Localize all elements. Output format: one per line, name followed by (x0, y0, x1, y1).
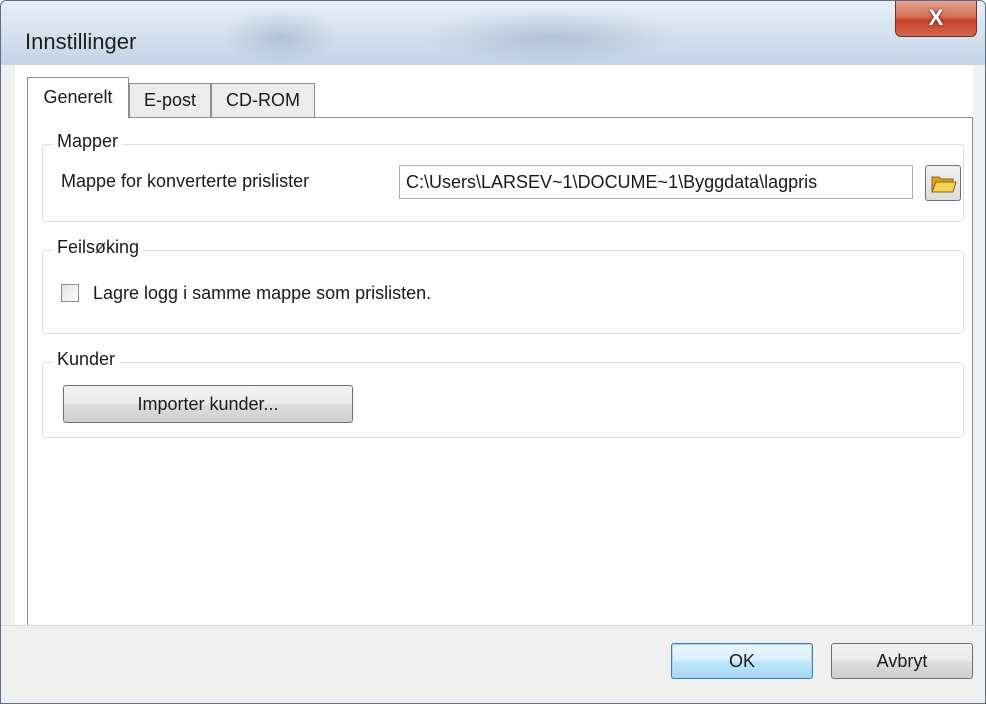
group-debug: Feilsøking Lagre logg i samme mappe som … (42, 237, 964, 334)
import-customers-button[interactable]: Importer kunder... (63, 385, 353, 423)
tab-panel-generelt: Mapper Mappe for konverterte prislister … (27, 117, 973, 625)
tab-label: CD-ROM (226, 90, 300, 110)
converted-pricelist-folder-label: Mappe for konverterte prislister (61, 171, 310, 191)
group-folders: Mapper Mappe for konverterte prislister … (42, 131, 964, 222)
cancel-button[interactable]: Avbryt (831, 643, 973, 679)
ok-button[interactable]: OK (671, 643, 813, 679)
tab-generelt[interactable]: Generelt (27, 77, 129, 118)
browse-folder-button[interactable] (925, 165, 961, 201)
close-icon: X (928, 5, 944, 30)
group-title-folders: Mapper (53, 131, 123, 152)
tab-label: Generelt (43, 87, 113, 107)
tab-cd-rom[interactable]: CD-ROM (211, 83, 315, 117)
title-bar-glass (221, 9, 341, 65)
title-bar[interactable]: Innstillinger X (1, 1, 985, 65)
group-title-customers: Kunder (53, 349, 120, 370)
save-log-checkbox[interactable] (61, 284, 79, 302)
title-bar-glass (421, 9, 681, 65)
window-title: Innstillinger (25, 29, 137, 54)
group-title-debug: Feilsøking (53, 237, 144, 258)
pricelist-folder-path-field[interactable]: C:\Users\LARSEV~1\DOCUME~1\Byggdata\lagp… (399, 165, 913, 199)
folder-open-icon (931, 176, 957, 193)
save-log-checkbox-label: Lagre logg i samme mappe som prislisten. (93, 283, 432, 303)
tab-e-post[interactable]: E-post (129, 83, 211, 117)
settings-dialog: Innstillinger X Generelt E-post CD-ROM M… (0, 0, 986, 704)
tab-label: E-post (143, 90, 197, 110)
footer-separator (1, 625, 985, 626)
close-button[interactable]: X (895, 1, 977, 37)
group-customers: Kunder Importer kunder... (42, 349, 964, 438)
dialog-client-area: Generelt E-post CD-ROM Mapper Mappe for … (15, 65, 973, 625)
